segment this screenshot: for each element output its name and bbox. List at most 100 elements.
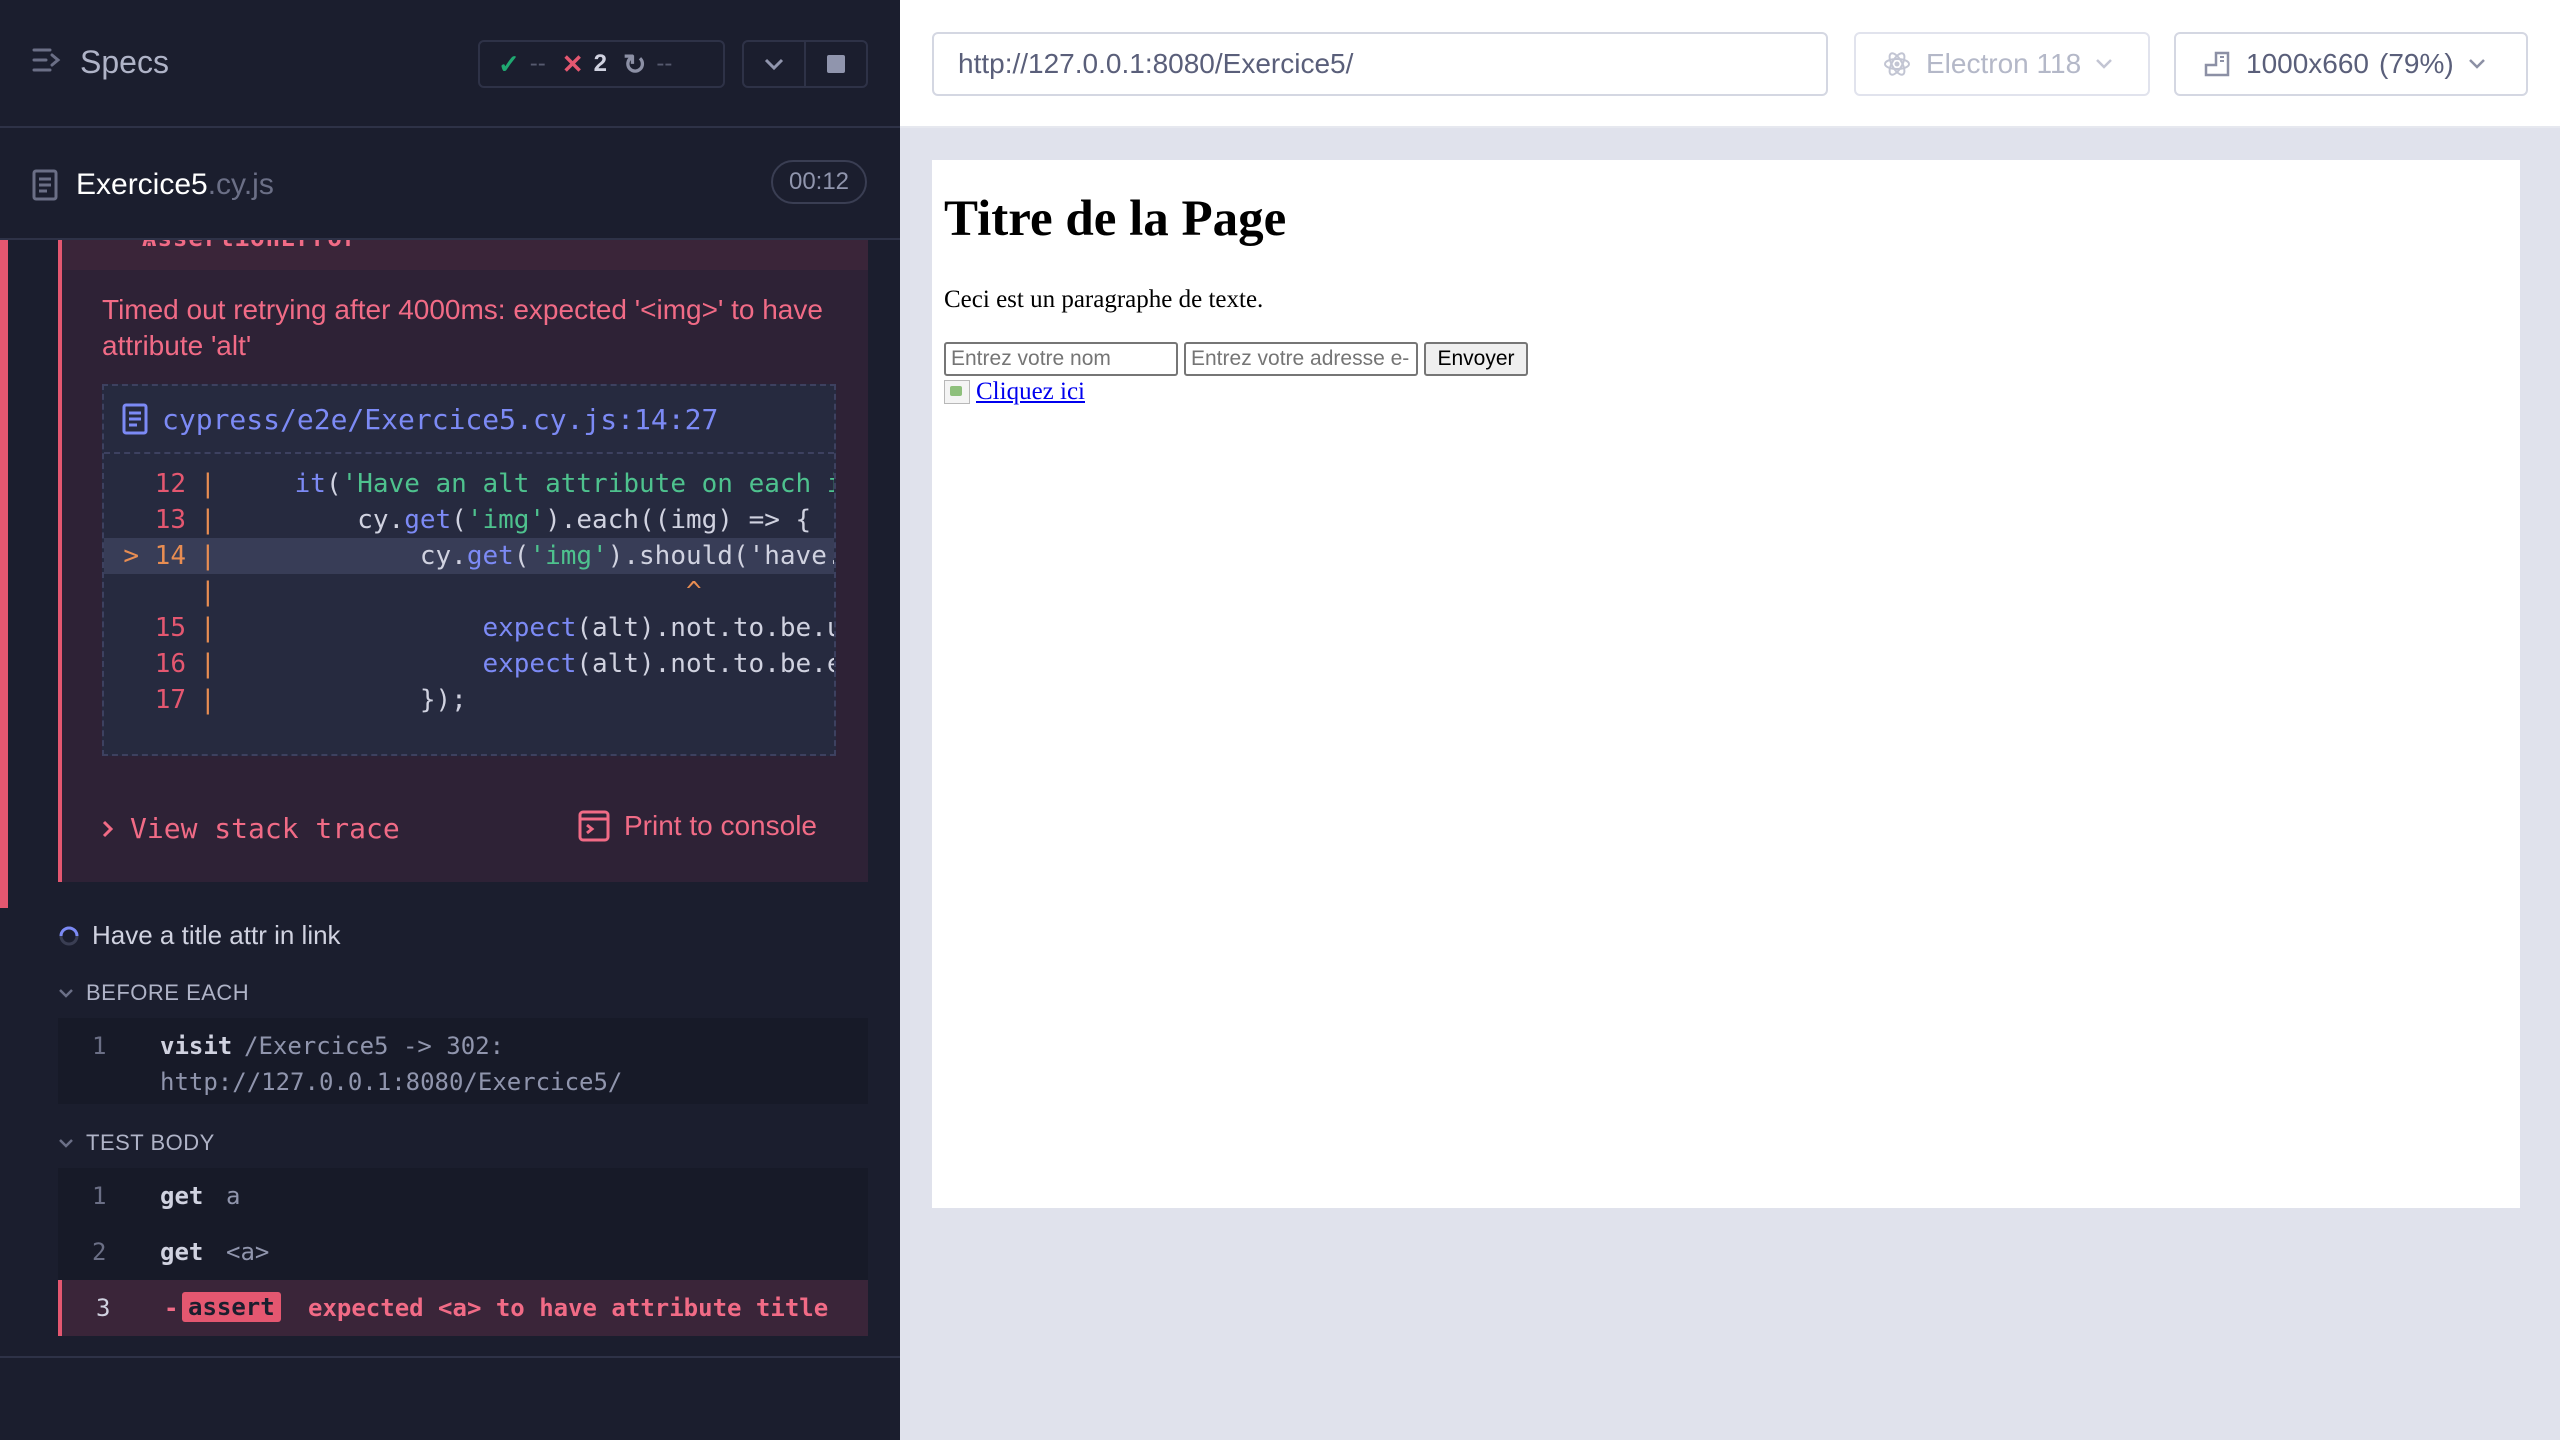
before-each-label: BEFORE EACH [86, 980, 250, 1005]
code-line-number: 13 [154, 505, 186, 535]
assert-badge: assert [182, 1292, 281, 1322]
code-source: it('Have an alt attribute on each i [294, 469, 834, 499]
code-frame-file[interactable]: cypress/e2e/Exercice5.cy.js:14:27 [104, 386, 834, 454]
chevron-down-icon [2096, 59, 2113, 69]
code-source: cy.get('img').should('have. [232, 541, 834, 571]
pending-icon: ↻ [622, 48, 647, 80]
command-row[interactable]: 1 get a [58, 1168, 868, 1224]
test-body-commands: 1 get a 2 get <a> 3 - assert expected <a… [58, 1168, 868, 1336]
code-line: | ^ [104, 574, 834, 610]
submit-button[interactable]: Envoyer [1424, 342, 1528, 376]
command-message: a [226, 1182, 241, 1210]
command-row[interactable]: 2 get <a> [58, 1224, 868, 1280]
chevron-down-icon [59, 989, 73, 998]
code-frame: cypress/e2e/Exercice5.cy.js:14:27 12 | it… [102, 384, 836, 756]
specs-title: Specs [80, 44, 169, 80]
code-line: 17 | }); [104, 682, 834, 718]
before-each-commands: 1 visit /Exercice5 -> 302: http://127.0.… [58, 1018, 868, 1104]
spec-file[interactable]: Exercice5.cy.js [32, 168, 274, 202]
page-link[interactable]: Cliquez ici [976, 378, 1085, 406]
check-icon: ✓ [498, 48, 520, 79]
app-under-test-frame: Titre de la Page Ceci est un paragraphe … [932, 160, 2520, 1208]
pending-count: -- [656, 50, 673, 77]
chevron-right-icon [102, 820, 114, 837]
code-frame-path: cypress/e2e/Exercice5.cy.js:14:27 [162, 402, 719, 436]
reporter-controls [742, 40, 868, 88]
view-stack-trace-button[interactable]: View stack trace [102, 812, 400, 845]
passed-count: -- [529, 50, 546, 77]
code-line: 15 | expect(alt).not.to.be.u [104, 610, 834, 646]
stop-icon [827, 55, 845, 73]
document-icon [122, 403, 148, 435]
passed-stat: ✓ -- [498, 49, 546, 80]
code-line-number: > 14 [123, 541, 186, 571]
browser-name: Electron 118 [1926, 48, 2082, 79]
code-line: 16 | expect(alt).not.to.be.e [104, 646, 834, 682]
code-source: expect(alt).not.to.be.u [482, 613, 834, 643]
spec-file-row: Exercice5.cy.js [0, 130, 900, 240]
code-gutter: | [200, 577, 216, 607]
chevron-down-icon [2468, 59, 2485, 69]
code-gutter: | [200, 469, 216, 499]
code-source: expect(alt).not.to.be.e [482, 649, 834, 679]
url-bar[interactable]: http://127.0.0.1:8080/Exercice5/ [932, 32, 1828, 96]
code-line: > 14 | cy.get('img').should('have. [104, 538, 834, 574]
command-name: get [160, 1238, 204, 1266]
email-input[interactable]: Entrez votre adresse e- [1184, 342, 1418, 376]
command-message: /Exercice5 -> 302: [244, 1032, 505, 1060]
document-icon [32, 169, 58, 201]
test-body-toggle[interactable]: TEST BODY [58, 1130, 215, 1156]
code-line-number: 16 [154, 649, 186, 679]
command-name: get [160, 1182, 204, 1210]
reporter-panel: Specs ✓ -- ✕ 2 ↻ -- Exercice5.cy.js 00:1… [0, 0, 900, 1440]
code-line-number: 17 [154, 685, 186, 715]
collapse-all-button[interactable] [744, 42, 804, 86]
command-message: <a> [226, 1238, 270, 1266]
image-link-row: Cliquez ici [944, 378, 1085, 406]
code-line-number: 15 [154, 613, 186, 643]
chevron-down-icon [764, 58, 784, 71]
view-stack-trace-label: View stack trace [130, 812, 400, 845]
electron-icon [1884, 52, 1910, 76]
runnable-area: ! AssertionError Timed out retrying afte… [0, 240, 900, 1360]
running-spinner-icon [59, 926, 79, 945]
stop-button[interactable] [804, 42, 866, 86]
specs-toggle[interactable]: Specs [32, 44, 169, 81]
aut-header: http://127.0.0.1:8080/Exercice5/ Electro… [900, 0, 2560, 128]
error-header: ! AssertionError [62, 240, 868, 270]
error-panel: ! AssertionError Timed out retrying afte… [58, 240, 868, 882]
name-input[interactable]: Entrez votre nom [944, 342, 1178, 376]
test-title-row[interactable]: Have a title attr in link [58, 920, 341, 951]
viewport-zoom: (79%) [2379, 48, 2454, 79]
aut-panel: http://127.0.0.1:8080/Exercice5/ Electro… [900, 0, 2560, 1440]
command-row[interactable]: 1 visit /Exercice5 -> 302: http://127.0.… [58, 1018, 868, 1104]
print-to-console-label: Print to console [624, 810, 817, 841]
command-message-url: http://127.0.0.1:8080/Exercice5/ [160, 1068, 623, 1096]
code-line: 12 | it('Have an alt attribute on each i [104, 466, 834, 502]
code-gutter: | [200, 613, 216, 643]
command-dash: - [164, 1294, 179, 1322]
print-to-console-button[interactable]: Print to console [578, 810, 817, 842]
viewport-selector[interactable]: 1000x660 (79%) [2174, 32, 2528, 96]
before-each-hook-toggle[interactable]: BEFORE EACH [58, 980, 249, 1006]
command-row-failed[interactable]: 3 - assert expected <a> to have attribut… [58, 1280, 868, 1336]
browser-selector[interactable]: Electron 118 [1854, 32, 2150, 96]
failed-indicator [0, 240, 8, 908]
command-number: 3 [96, 1294, 111, 1322]
terminal-icon [578, 810, 610, 842]
error-message: Timed out retrying after 4000ms: expecte… [102, 294, 823, 361]
command-name: visit [160, 1032, 233, 1060]
spec-name: Exercice5 [76, 168, 208, 201]
code-gutter: | [200, 649, 216, 679]
code-source: ^ [685, 577, 702, 607]
command-number: 1 [92, 1032, 107, 1060]
duration-badge: 00:12 [771, 160, 867, 204]
menu-icon [32, 44, 62, 81]
specs-header: Specs ✓ -- ✕ 2 ↻ -- [0, 0, 900, 128]
pending-stat: ↻ -- [623, 48, 672, 81]
error-type: AssertionError [142, 240, 358, 252]
code-gutter: | [200, 541, 216, 571]
code-lines: 12 | it('Have an alt attribute on each i1… [104, 454, 834, 718]
code-line: 13 | cy.get('img').each((img) => { [104, 502, 834, 538]
code-source: cy.get('img').each((img) => { [232, 505, 812, 535]
